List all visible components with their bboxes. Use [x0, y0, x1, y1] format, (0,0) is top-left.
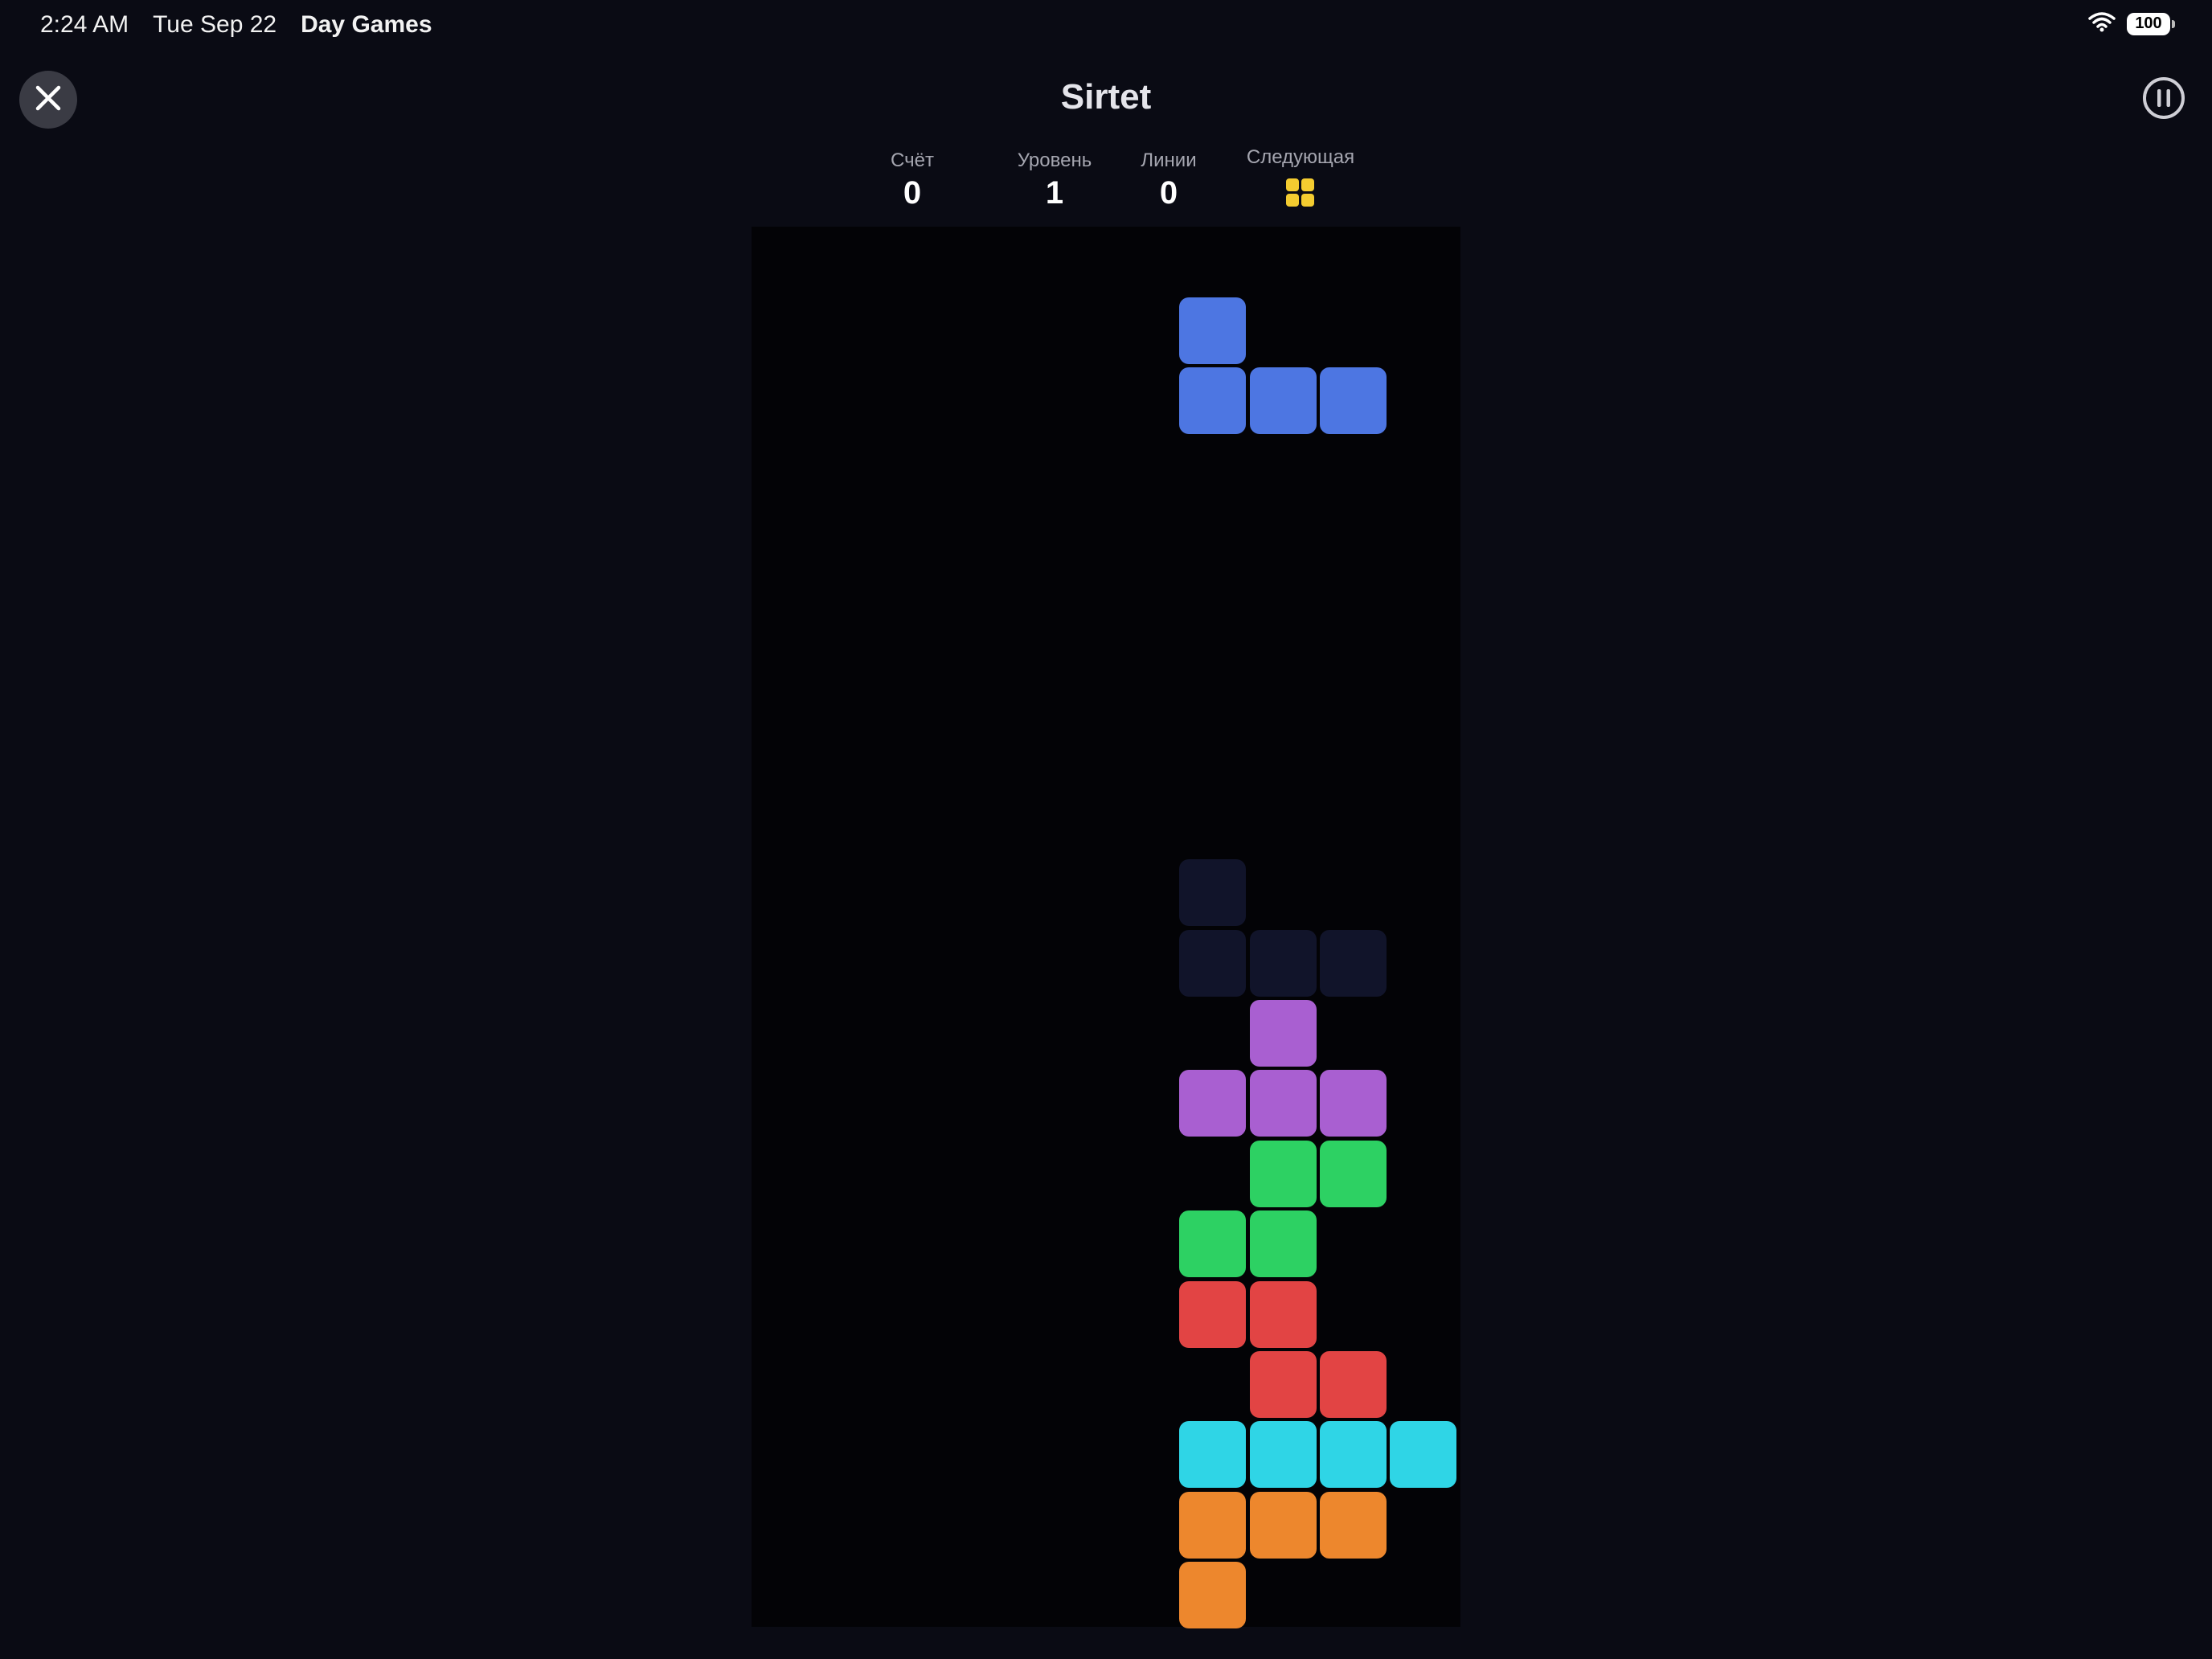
ghost-piece-cell: [1249, 929, 1317, 997]
status-right: 100: [2088, 11, 2175, 36]
locked-block: [1179, 1421, 1247, 1489]
game-board[interactable]: [752, 227, 1460, 1629]
locked-block: [1249, 1491, 1317, 1559]
locked-block: [1249, 1070, 1317, 1137]
next-label: Следующая: [1246, 146, 1355, 168]
locked-block: [1320, 1351, 1387, 1418]
locked-block: [1179, 1070, 1247, 1137]
next-piece-preview: [1286, 178, 1315, 207]
locked-block: [1320, 1140, 1387, 1207]
locked-block: [1249, 1140, 1317, 1207]
locked-block: [1249, 1000, 1317, 1067]
locked-block: [1179, 1280, 1247, 1348]
locked-block: [1320, 1070, 1387, 1137]
locked-block: [1249, 1351, 1317, 1418]
locked-block: [1390, 1421, 1457, 1489]
pause-icon: [2141, 76, 2186, 125]
active-piece-cell: [1249, 367, 1317, 435]
locked-block: [1249, 1210, 1317, 1278]
ghost-piece-cell: [1179, 929, 1247, 997]
locked-block: [1179, 1491, 1247, 1559]
locked-block: [1179, 1562, 1247, 1629]
locked-block: [1249, 1280, 1317, 1348]
status-time: 2:24 AM: [40, 11, 129, 38]
score-value: 0: [903, 175, 922, 211]
next-stat: Следующая: [1220, 146, 1381, 207]
next-piece-cell: [1286, 194, 1299, 207]
next-piece-cell: [1301, 194, 1314, 207]
pause-button[interactable]: [2141, 76, 2186, 125]
locked-block: [1320, 1491, 1387, 1559]
score-label: Счёт: [891, 150, 934, 171]
next-piece-cell: [1301, 178, 1314, 191]
wifi-icon: [2088, 11, 2116, 36]
locked-block: [1179, 1210, 1247, 1278]
battery-icon: 100: [2127, 12, 2175, 35]
active-piece-cell: [1320, 367, 1387, 435]
active-piece-cell: [1179, 297, 1247, 364]
active-piece-cell: [1179, 367, 1247, 435]
status-bar: 2:24 AM Tue Sep 22 Day Games 100: [0, 0, 2212, 51]
score-stat: Счёт 0: [832, 150, 993, 211]
ghost-piece-cell: [1320, 929, 1387, 997]
game-title: Sirtet: [1060, 77, 1152, 117]
status-date: Tue Sep 22: [153, 11, 277, 38]
status-app-name: Day Games: [301, 11, 432, 38]
locked-block: [1249, 1421, 1317, 1489]
status-left: 2:24 AM Tue Sep 22 Day Games: [40, 11, 432, 39]
locked-block: [1320, 1421, 1387, 1489]
ghost-piece-cell: [1179, 859, 1247, 927]
next-piece-cell: [1286, 178, 1299, 191]
